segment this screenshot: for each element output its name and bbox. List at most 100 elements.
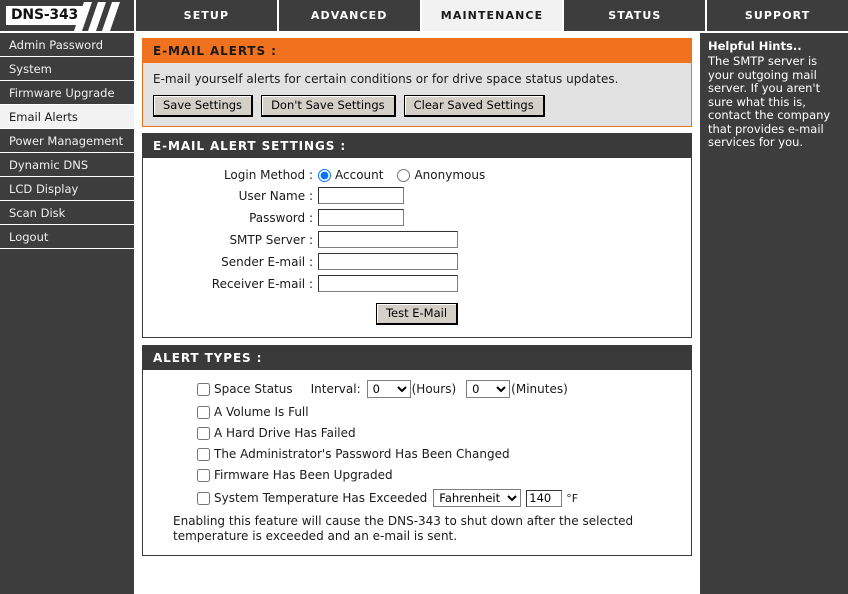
sidebar-item-admin-password[interactable]: Admin Password xyxy=(0,33,134,57)
alert-row-firmware-upgraded: Firmware Has Been Upgraded xyxy=(153,468,681,482)
sidebar-item-label: Logout xyxy=(9,229,49,244)
helpful-hints-title: Helpful Hints.. xyxy=(708,39,802,53)
email-alert-settings-panel: E-MAIL ALERT SETTINGS : Login Method : A… xyxy=(142,133,692,338)
admin-password-changed-checkbox[interactable] xyxy=(197,447,210,461)
sidebar-item-label: LCD Display xyxy=(9,181,79,196)
login-method-anonymous-radio[interactable] xyxy=(397,168,411,182)
sidebar-item-firmware-upgrade[interactable]: Firmware Upgrade xyxy=(0,81,134,105)
admin-page: DNS-343 SETUP ADVANCED MAINTENANCE STATU… xyxy=(0,0,848,594)
firmware-upgraded-label: Firmware Has Been Upgraded xyxy=(214,468,393,482)
system-temperature-label: System Temperature Has Exceeded xyxy=(214,491,428,505)
login-method-label: Login Method : xyxy=(223,168,313,182)
temperature-note: Enabling this feature will cause the DNS… xyxy=(173,514,634,543)
smtp-server-row: SMTP Server : xyxy=(153,231,681,248)
interval-minutes-select[interactable]: 0 xyxy=(466,380,511,398)
volume-full-label: A Volume Is Full xyxy=(214,405,309,419)
test-email-button[interactable]: Test E-Mail xyxy=(375,303,459,325)
sidebar-item-dynamic-dns[interactable]: Dynamic DNS xyxy=(0,153,134,177)
space-status-label: Space Status xyxy=(214,382,293,396)
smtp-server-label: SMTP Server : xyxy=(229,232,313,247)
page-body: Admin Password System Firmware Upgrade E… xyxy=(0,33,848,594)
save-settings-button[interactable]: Save Settings xyxy=(153,95,254,117)
alert-row-admin-password-changed: The Administrator's Password Has Been Ch… xyxy=(153,447,681,461)
smtp-server-input[interactable] xyxy=(318,231,458,248)
sidebar-item-label: Firmware Upgrade xyxy=(9,85,115,100)
password-input[interactable] xyxy=(318,209,404,226)
sender-email-input[interactable] xyxy=(318,253,458,270)
alert-row-hard-drive-failed: A Hard Drive Has Failed xyxy=(153,426,681,440)
nav-tab-label: STATUS xyxy=(608,9,662,22)
interval-hours-select[interactable]: 0 xyxy=(366,380,411,398)
sidebar-item-label: Email Alerts xyxy=(9,109,78,124)
sidebar-item-label: System xyxy=(9,61,52,76)
login-method-option-account[interactable]: Account xyxy=(318,168,383,182)
sidebar-item-label: Dynamic DNS xyxy=(9,157,89,172)
clear-saved-settings-button[interactable]: Clear Saved Settings xyxy=(403,95,545,117)
system-temperature-checkbox[interactable] xyxy=(197,491,210,505)
sidebar-item-label: Scan Disk xyxy=(9,205,66,220)
sidebar-item-logout[interactable]: Logout xyxy=(0,225,134,249)
nav-tab-label: ADVANCED xyxy=(310,9,388,22)
logo-slashes-icon xyxy=(74,2,120,31)
temperature-unit-label: °F xyxy=(566,491,579,505)
sender-email-label: Sender E-mail : xyxy=(221,254,313,269)
login-method-account-radio[interactable] xyxy=(318,168,331,182)
alert-row-space-status: Space Status Interval: 0 (Hours) 0 (Minu… xyxy=(153,380,681,398)
nav-tab-support[interactable]: SUPPORT xyxy=(707,0,848,31)
brand-logo-text: DNS-343 xyxy=(6,6,84,25)
sidebar-item-email-alerts[interactable]: Email Alerts xyxy=(0,105,134,129)
nav-tab-setup[interactable]: SETUP xyxy=(136,0,279,31)
email-alert-settings-body: Login Method : Account Anonymous User Na… xyxy=(143,158,691,337)
test-email-row: Test E-Mail xyxy=(153,303,681,325)
firmware-upgraded-checkbox[interactable] xyxy=(197,468,210,482)
nav-tab-status[interactable]: STATUS xyxy=(564,0,708,31)
receiver-email-input[interactable] xyxy=(318,275,458,292)
email-alerts-panel: E-MAIL ALERTS : E-mail yourself alerts f… xyxy=(142,38,692,127)
minutes-suffix-label: (Minutes) xyxy=(511,382,568,396)
alert-types-panel: ALERT TYPES : Space Status Interval: 0 (… xyxy=(142,345,692,556)
sidebar-item-scan-disk[interactable]: Scan Disk xyxy=(0,201,134,225)
password-label: Password : xyxy=(249,210,313,225)
nav-tab-label: SUPPORT xyxy=(744,9,811,22)
dont-save-settings-button[interactable]: Don't Save Settings xyxy=(261,95,396,117)
brand-logo: DNS-343 xyxy=(0,0,136,31)
sender-email-row: Sender E-mail : xyxy=(153,253,681,270)
space-status-checkbox[interactable] xyxy=(197,382,210,396)
sidebar-item-label: Power Management xyxy=(9,133,124,148)
login-method-account-label: Account xyxy=(335,168,384,182)
login-method-anonymous-label: Anonymous xyxy=(414,168,486,182)
hard-drive-failed-checkbox[interactable] xyxy=(197,426,210,440)
helpful-hints-panel: Helpful Hints.. The SMTP server is your … xyxy=(698,33,848,594)
sidebar: Admin Password System Firmware Upgrade E… xyxy=(0,33,136,594)
temperature-scale-select[interactable]: Fahrenheit xyxy=(433,489,522,507)
email-alerts-panel-title: E-MAIL ALERTS : xyxy=(143,39,691,63)
volume-full-checkbox[interactable] xyxy=(197,405,210,419)
email-alerts-description: E-mail yourself alerts for certain condi… xyxy=(153,72,619,86)
temperature-threshold-input[interactable] xyxy=(526,489,563,507)
sidebar-item-power-management[interactable]: Power Management xyxy=(0,129,134,153)
main-content: E-MAIL ALERTS : E-mail yourself alerts f… xyxy=(136,33,698,594)
user-name-label: User Name : xyxy=(238,188,313,203)
login-method-radio-group: Account Anonymous xyxy=(318,168,499,182)
login-method-row: Login Method : Account Anonymous xyxy=(153,168,681,182)
nav-tab-advanced[interactable]: ADVANCED xyxy=(278,0,422,31)
alert-row-system-temperature: System Temperature Has Exceeded Fahrenhe… xyxy=(153,489,681,507)
alert-types-title: ALERT TYPES : xyxy=(143,346,691,370)
password-row: Password : xyxy=(153,209,681,226)
sidebar-item-lcd-display[interactable]: LCD Display xyxy=(0,177,134,201)
login-method-option-anonymous[interactable]: Anonymous xyxy=(397,168,485,182)
top-navigation-bar: DNS-343 SETUP ADVANCED MAINTENANCE STATU… xyxy=(0,0,848,33)
admin-password-changed-label: The Administrator's Password Has Been Ch… xyxy=(214,447,510,461)
hard-drive-failed-label: A Hard Drive Has Failed xyxy=(214,426,356,440)
nav-tab-maintenance[interactable]: MAINTENANCE xyxy=(421,0,565,31)
helpful-hints-text: The SMTP server is your outgoing mail se… xyxy=(708,54,831,149)
sidebar-item-label: Admin Password xyxy=(9,37,104,52)
receiver-email-label: Receiver E-mail : xyxy=(211,276,313,291)
user-name-input[interactable] xyxy=(318,187,404,204)
email-alert-settings-title: E-MAIL ALERT SETTINGS : xyxy=(143,134,691,158)
sidebar-item-system[interactable]: System xyxy=(0,57,134,81)
alert-types-body: Space Status Interval: 0 (Hours) 0 (Minu… xyxy=(143,370,691,555)
nav-tab-list: SETUP ADVANCED MAINTENANCE STATUS SUPPOR… xyxy=(136,0,848,31)
nav-tab-label: MAINTENANCE xyxy=(440,9,544,22)
receiver-email-row: Receiver E-mail : xyxy=(153,275,681,292)
